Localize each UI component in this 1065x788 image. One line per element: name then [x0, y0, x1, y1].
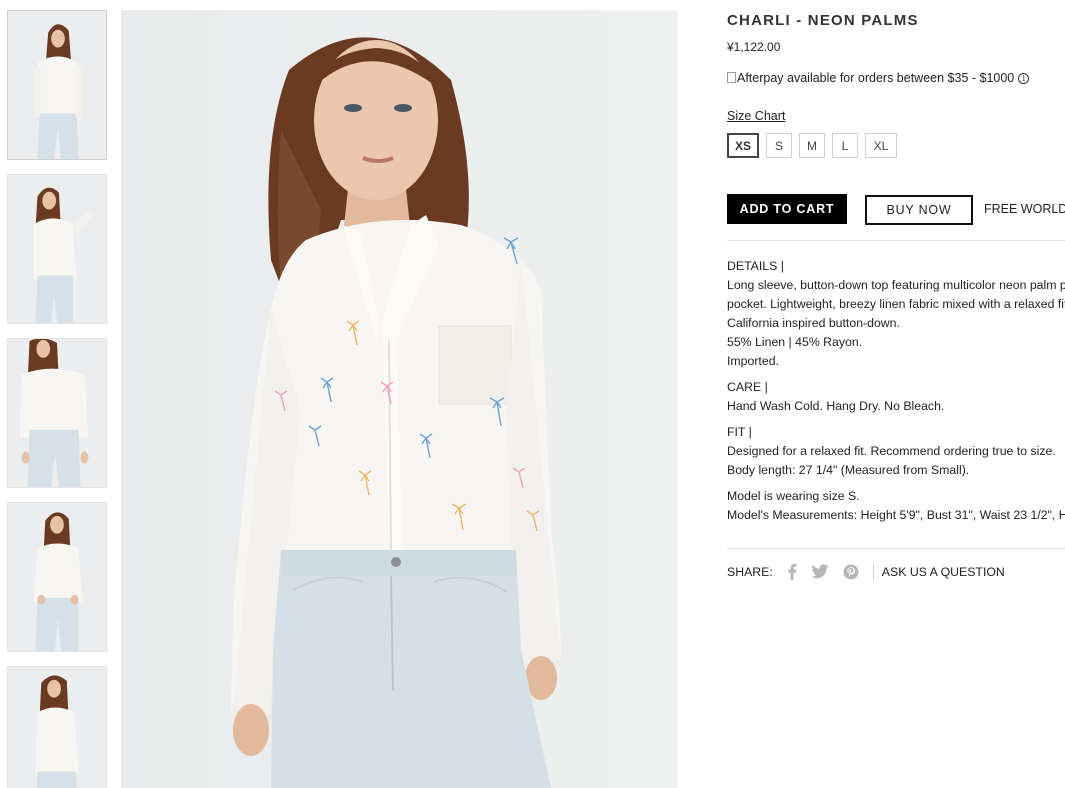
product-price: ¥1,122.00 [727, 40, 781, 54]
details-line: pocket. Lightweight, breezy linen fabric… [727, 297, 1065, 311]
size-option-xl[interactable]: XL [865, 133, 897, 158]
thumbnail-3[interactable] [7, 338, 107, 488]
thumbnail-image [8, 339, 106, 487]
separator [872, 563, 874, 580]
details-heading: DETAILS | [727, 259, 784, 273]
fit-line: Designed for a relaxed fit. Recommend or… [727, 444, 1056, 458]
model-line: Model's Measurements: Height 5'9", Bust … [727, 508, 1065, 522]
facebook-icon[interactable] [787, 563, 797, 580]
thumbnail-image [8, 503, 106, 651]
product-title: CHARLI - NEON PALMS [727, 12, 919, 29]
pinterest-icon[interactable] [843, 564, 859, 580]
thumbnail-5[interactable] [7, 666, 107, 788]
product-details: DETAILS | Long sleeve, button-down top f… [727, 257, 1065, 525]
size-chart-link[interactable]: Size Chart [727, 109, 785, 123]
twitter-icon[interactable] [811, 564, 829, 579]
buy-now-button[interactable]: BUY NOW [865, 195, 973, 225]
details-line: California inspired button-down. [727, 316, 900, 330]
divider [727, 548, 1065, 549]
thumbnail-image [8, 175, 106, 323]
care-text: Hand Wash Cold. Hang Dry. No Bleach. [727, 399, 945, 413]
afterpay-text: Afterpay available for orders between $3… [737, 71, 1015, 85]
share-row: SHARE: ASK US A QUESTION [727, 563, 1005, 580]
size-option-l[interactable]: L [832, 133, 858, 158]
fit-line: Body length: 27 1/4" (Measured from Smal… [727, 463, 970, 477]
details-line: Imported. [727, 354, 779, 368]
broken-image-icon [727, 71, 736, 83]
share-label: SHARE: [727, 564, 773, 579]
product-info-panel: CHARLI - NEON PALMS ¥1,122.00 Afterpay a… [727, 0, 1065, 788]
details-line: Long sleeve, button-down top featuring m… [727, 278, 1065, 292]
main-product-image[interactable] [121, 10, 678, 788]
add-to-cart-button[interactable]: ADD TO CART [727, 194, 847, 224]
thumbnail-image [8, 11, 106, 159]
fit-heading: FIT | [727, 425, 752, 439]
size-selector: XS S M L XL [727, 133, 904, 158]
size-option-xs[interactable]: XS [727, 133, 759, 158]
info-icon[interactable]: i [1018, 72, 1030, 84]
model-line: Model is wearing size S. [727, 489, 860, 503]
thumbnail-image [8, 667, 106, 788]
size-option-s[interactable]: S [766, 133, 792, 158]
afterpay-notice: Afterpay available for orders between $3… [727, 71, 1030, 85]
care-heading: CARE | [727, 380, 768, 394]
thumbnail-2[interactable] [7, 174, 107, 324]
thumbnail-1[interactable] [7, 10, 107, 160]
shipping-notice: FREE WORLDWIDE SHIPPING [984, 202, 1065, 216]
size-option-m[interactable]: M [799, 133, 825, 158]
product-photo [121, 10, 678, 788]
details-line: 55% Linen | 45% Rayon. [727, 335, 863, 349]
divider [727, 240, 1065, 241]
ask-question-link[interactable]: ASK US A QUESTION [882, 565, 1005, 579]
thumbnail-4[interactable] [7, 502, 107, 652]
